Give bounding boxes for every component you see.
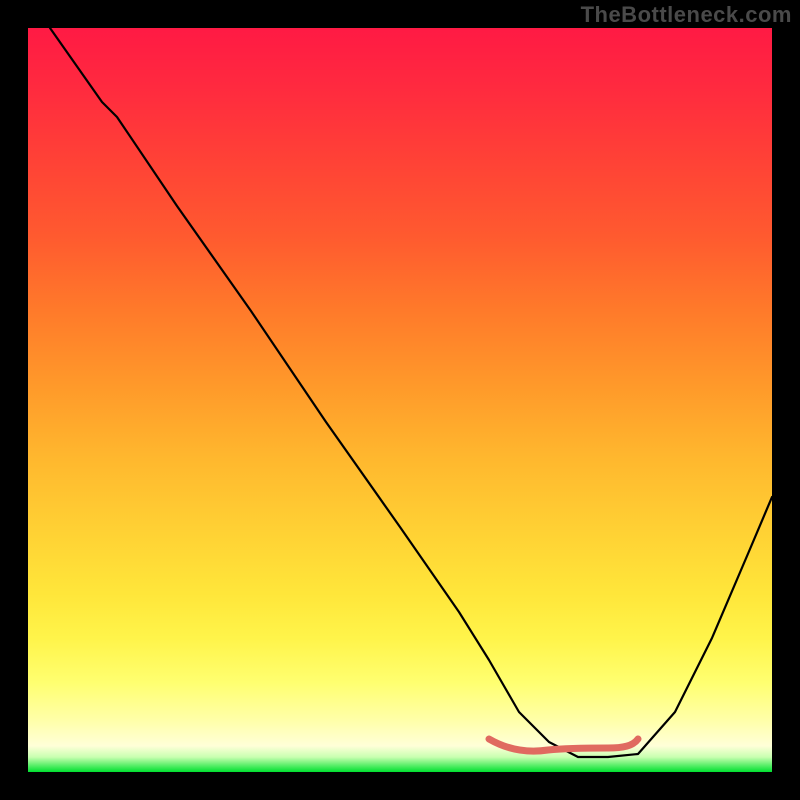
curve-layer <box>28 28 772 772</box>
watermark-text: TheBottleneck.com <box>581 2 792 28</box>
chart-frame: TheBottleneck.com <box>0 0 800 800</box>
valley-marker <box>489 739 638 751</box>
plot-area <box>28 28 772 772</box>
bottleneck-curve <box>50 28 772 757</box>
